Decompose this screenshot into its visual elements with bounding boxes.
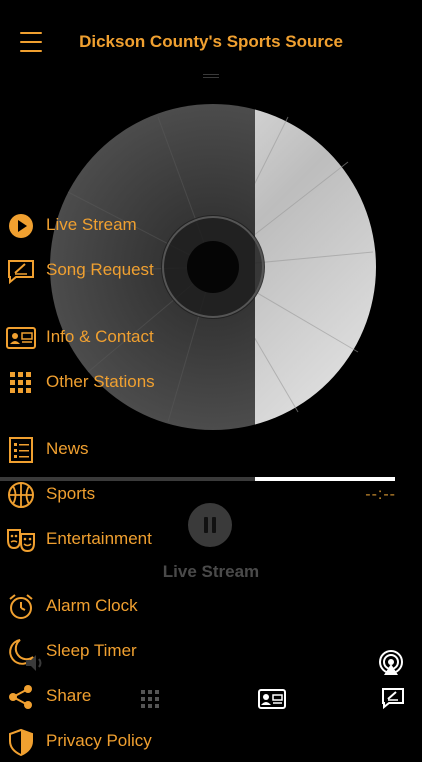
menu-item-other-stations[interactable]: Other Stations bbox=[0, 363, 240, 403]
play-circle-icon bbox=[9, 214, 33, 238]
menu-item-label: Privacy Policy bbox=[46, 731, 152, 750]
time-remaining: --:-- bbox=[365, 486, 396, 503]
progress-fill bbox=[255, 477, 395, 481]
grid-icon bbox=[10, 372, 31, 393]
menu-item-privacy-policy[interactable]: Privacy Policy bbox=[0, 722, 240, 762]
menu-item-label: Alarm Clock bbox=[46, 596, 138, 615]
contact-tab-icon[interactable] bbox=[258, 688, 286, 710]
menu-item-label: Share bbox=[46, 686, 92, 705]
menu-item-live-stream[interactable]: Live Stream bbox=[0, 206, 240, 246]
menu-item-label: Song Request bbox=[46, 260, 154, 279]
menu-item-news[interactable]: News bbox=[0, 430, 240, 470]
news-list-icon bbox=[9, 437, 33, 463]
menu-item-label: Other Stations bbox=[46, 372, 155, 391]
grid-tab-icon[interactable] bbox=[140, 689, 160, 709]
menu-item-share[interactable]: Share bbox=[0, 677, 240, 717]
menu-item-alarm-clock[interactable]: Alarm Clock bbox=[0, 587, 240, 627]
menu-item-label: Info & Contact bbox=[46, 327, 154, 346]
menu-item-label: News bbox=[46, 439, 89, 458]
menu-item-sports[interactable]: Sports bbox=[0, 475, 240, 515]
volume-icon[interactable] bbox=[24, 652, 46, 674]
theater-masks-icon bbox=[7, 529, 35, 553]
drag-handle[interactable] bbox=[203, 74, 219, 80]
menu-item-label: Live Stream bbox=[46, 215, 137, 234]
shield-icon bbox=[9, 728, 33, 756]
contact-card-icon bbox=[6, 327, 36, 349]
song-request-tab-icon[interactable] bbox=[381, 686, 405, 710]
menu-item-label: Sports bbox=[46, 484, 96, 503]
menu-item-label: Entertainment bbox=[46, 529, 152, 548]
station-label: Live Stream bbox=[162, 562, 260, 581]
alarm-clock-icon bbox=[9, 594, 33, 619]
basketball-icon bbox=[8, 482, 34, 508]
menu-item-info-contact[interactable]: Info & Contact bbox=[0, 318, 240, 358]
menu-item-label: Sleep Timer bbox=[46, 641, 137, 660]
app-title: Dickson County's Sports Source bbox=[79, 32, 343, 51]
menu-item-song-request[interactable]: Song Request bbox=[0, 251, 240, 291]
share-icon bbox=[9, 685, 32, 709]
edit-message-icon bbox=[8, 260, 34, 285]
airplay-icon[interactable] bbox=[378, 650, 404, 676]
menu-item-entertainment[interactable]: Entertainment bbox=[0, 520, 240, 560]
